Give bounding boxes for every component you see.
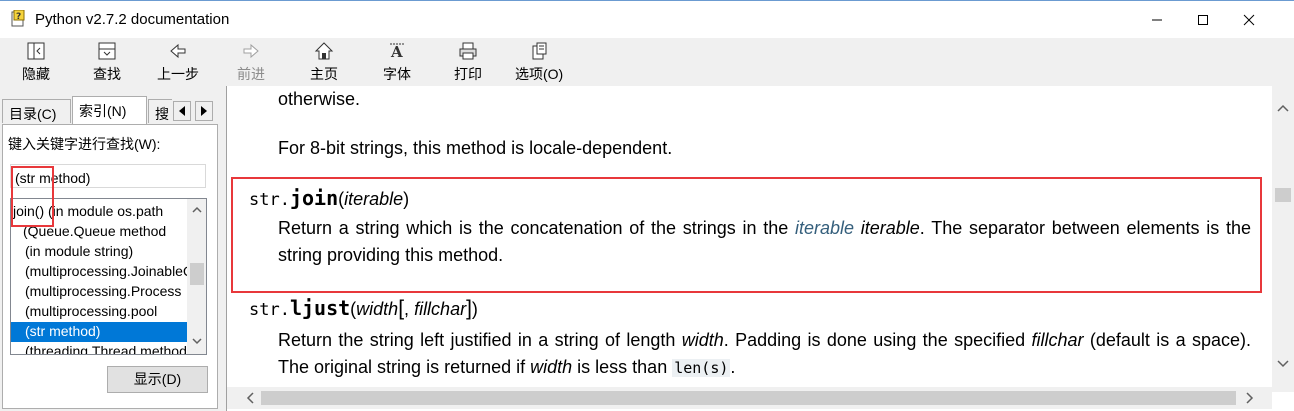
options-button[interactable]: 选项(O) (515, 40, 563, 84)
listbox-scrollbar-track (190, 206, 204, 345)
ljust-class-prefix: str. (249, 300, 290, 320)
tab-contents[interactable]: 目录(C) (2, 99, 71, 123)
font-icon: A (386, 40, 408, 61)
list-item-label: (multiprocessing.pool (25, 303, 158, 319)
ljust-desc-fillchar: fillchar (1031, 330, 1084, 350)
ljust-close-paren: ) (471, 299, 478, 319)
window-title: Python v2.7.2 documentation (35, 11, 230, 28)
join-method-name: join (289, 186, 339, 210)
locate-button-label: 查找 (93, 66, 121, 82)
ljust-param-width: width (356, 299, 399, 319)
list-item-label: (multiprocessing.JoinableQueue (25, 263, 187, 279)
list-item-keyword: join() (13, 203, 45, 219)
vertical-scrollbar-track (1275, 104, 1291, 368)
hide-pane-icon (25, 40, 47, 61)
options-button-label: 选项(O) (515, 66, 564, 82)
ljust-signature: str.ljust(width[, fillchar]) (249, 296, 478, 321)
svg-text:?: ? (16, 12, 21, 22)
print-button[interactable]: 打印 (454, 40, 482, 84)
ljust-desc-text: . Padding is done using the specified (723, 330, 1032, 350)
index-listbox[interactable]: join() (in module os.path (Queue.Queue m… (10, 198, 207, 355)
join-description: Return a string which is the concatenati… (278, 215, 1251, 269)
ljust-description: Return the string left justified in a st… (278, 327, 1251, 382)
locate-icon (96, 40, 118, 61)
content-horizontal-scrollbar[interactable] (227, 387, 1272, 409)
list-item-selected[interactable]: (str method) (11, 322, 187, 342)
tab-scroll-right-icon[interactable] (195, 101, 213, 121)
printer-icon (457, 40, 479, 61)
document-content: otherwise. For 8-bit strings, this metho… (226, 86, 1294, 411)
hide-button[interactable]: 隐藏 (22, 40, 50, 84)
back-button-label: 上一步 (157, 66, 199, 82)
back-arrow-icon (167, 40, 189, 61)
join-desc-text: Return a string which is the concatenati… (278, 218, 795, 238)
list-item-label: (Queue.Queue method (23, 223, 167, 239)
close-icon[interactable] (1226, 1, 1272, 38)
list-item[interactable]: (Queue.Queue method (11, 222, 187, 242)
ljust-param-fillchar: fillchar (414, 299, 467, 319)
ljust-desc-width: width (681, 330, 724, 350)
home-icon (313, 40, 335, 61)
iterable-link[interactable]: iterable (795, 218, 854, 238)
join-desc-param: iterable (860, 218, 920, 238)
list-item-label: (threading.Thread method (25, 343, 187, 355)
list-item-label: (in module os.path (44, 203, 164, 219)
locate-button[interactable]: 查找 (93, 40, 121, 84)
join-close-paren: ) (403, 189, 410, 209)
join-signature: str.join(iterable) (249, 186, 409, 210)
list-item-label: (multiprocessing.Process (25, 283, 182, 299)
join-param: iterable (344, 189, 404, 209)
ljust-method-name: ljust (289, 296, 351, 320)
back-button[interactable]: 上一步 (157, 40, 199, 84)
tab-index[interactable]: 索引(N) (72, 96, 147, 124)
forward-button[interactable]: 前进 (237, 40, 265, 84)
listbox-scrollbar[interactable] (187, 199, 206, 354)
hide-button-label: 隐藏 (22, 66, 50, 82)
paragraph-end: otherwise. (278, 89, 361, 109)
ljust-desc-text: is less than (572, 357, 673, 377)
tab-scroll-left-icon[interactable] (173, 101, 191, 121)
content-vertical-scrollbar[interactable] (1272, 86, 1294, 392)
keyword-search-input[interactable] (10, 164, 206, 188)
paragraph-locale-note: For 8-bit strings, this method is locale… (278, 138, 673, 158)
python-help-file-icon: ? (11, 10, 25, 27)
svg-text:A: A (390, 43, 403, 61)
ljust-desc-text-end: . (730, 357, 736, 377)
font-button-label: 字体 (383, 66, 411, 82)
forward-arrow-icon (240, 40, 262, 61)
options-icon (528, 40, 550, 61)
tab-search[interactable]: 搜 (148, 99, 172, 123)
home-button-label: 主页 (310, 66, 338, 82)
list-item[interactable]: (threading.Thread method (11, 342, 187, 355)
list-item[interactable]: (multiprocessing.Process (11, 282, 187, 302)
forward-button-label: 前进 (237, 66, 265, 82)
ljust-desc-text: Return the string left justified in a st… (278, 330, 682, 350)
display-button[interactable]: 显示(D) (107, 366, 208, 393)
ljust-desc-width: width (530, 357, 573, 377)
join-class-prefix: str. (249, 190, 290, 210)
title-bar: ? Python v2.7.2 documentation (0, 0, 1294, 38)
list-item[interactable]: (multiprocessing.pool (11, 302, 187, 322)
list-item-label: (in module string) (25, 243, 134, 259)
list-item[interactable]: (multiprocessing.JoinableQueue (11, 262, 187, 282)
font-button[interactable]: A 字体 (383, 40, 411, 84)
tab-strip: 目录(C) 索引(N) 搜 (2, 96, 220, 124)
print-button-label: 打印 (454, 66, 482, 82)
ljust-comma: , (404, 299, 415, 319)
list-item[interactable]: (in module string) (11, 242, 187, 262)
len-s-code: len(s) (672, 359, 731, 377)
list-item[interactable]: join() (in module os.path (11, 202, 187, 222)
maximize-icon[interactable] (1180, 1, 1226, 38)
home-button[interactable]: 主页 (310, 40, 338, 84)
toolbar: 隐藏 查找 上一步 前进 主页 A 字体 打印 选项(O) (0, 38, 1294, 86)
minimize-icon[interactable] (1134, 1, 1180, 38)
horizontal-scrollbar-track (246, 391, 1254, 405)
keyword-label: 键入关键字进行查找(W): (8, 136, 161, 152)
list-item-label: (str method) (25, 323, 101, 339)
